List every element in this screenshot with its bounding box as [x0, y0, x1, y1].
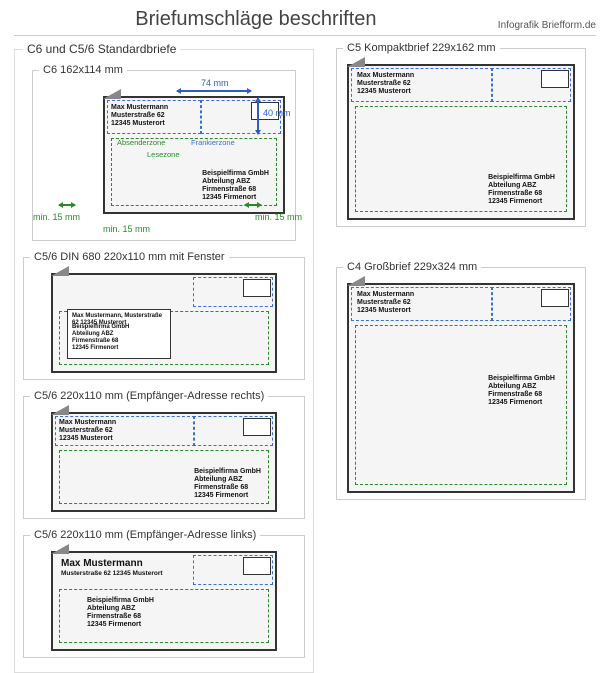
envelope-c56-right: Max Mustermann Musterstraße 62 12345 Mus… [51, 412, 277, 512]
dim-stamp-height-label: 40 mm [263, 108, 291, 118]
group-standard: C6 und C5/6 Standardbriefe C6 162x114 mm… [14, 42, 314, 673]
flap-icon [51, 266, 69, 276]
card-c5: C5 Kompaktbrief 229x162 mm Max Musterman… [336, 42, 586, 227]
title-bar: Briefumschläge beschriften Infografik Br… [14, 8, 596, 36]
card-c6-title: C6 162x114 mm [39, 64, 127, 76]
sender-address: Max Mustermann Musterstraße 62 12345 Mus… [357, 291, 414, 315]
card-c6: C6 162x114 mm 74 mm [32, 64, 296, 241]
card-c56-window-title: C5/6 DIN 680 220x110 mm mit Fenster [30, 251, 229, 263]
dim-margin-right-label: min. 15 mm [255, 212, 302, 222]
card-c4: C4 Großbrief 229x324 mm Max Mustermann M… [336, 261, 586, 500]
sender-address: Max Mustermann Musterstraße 62 12345 Mus… [357, 72, 414, 96]
recipient-address: Beispielfirma GmbH Abteilung ABZ Firmens… [202, 170, 269, 202]
sender-address-big: Max Mustermann Musterstraße 62 12345 Mus… [61, 558, 163, 577]
frankier-zone [193, 555, 273, 585]
dim-margin-right [245, 204, 261, 206]
dim-stamp-width-label: 74 mm [201, 78, 229, 88]
dim-margin-left [59, 204, 75, 206]
envelope-c56-window: Max Mustermann, Musterstraße 62 12345 Mu… [51, 273, 277, 373]
recipient-address: Beispielfirma GmbH Abteilung ABZ Firmens… [488, 174, 555, 206]
envelope-c56-left: Max Mustermann Musterstraße 62 12345 Mus… [51, 551, 277, 651]
flap-icon [347, 57, 365, 67]
recipient-address: Beispielfirma GmbH Abteilung ABZ Firmens… [87, 597, 154, 629]
envelope-c5: Max Mustermann Musterstraße 62 12345 Mus… [347, 64, 575, 220]
recipient-address: Beispielfirma GmbH Abteilung ABZ Firmens… [194, 468, 261, 500]
card-c56-left: C5/6 220x110 mm (Empfänger-Adresse links… [23, 529, 305, 658]
card-c56-left-title: C5/6 220x110 mm (Empfänger-Adresse links… [30, 529, 260, 541]
card-c4-title: C4 Großbrief 229x324 mm [343, 261, 481, 273]
dim-stamp-height [257, 98, 259, 134]
card-c56-right-title: C5/6 220x110 mm (Empfänger-Adresse recht… [30, 390, 268, 402]
card-c56-right: C5/6 220x110 mm (Empfänger-Adresse recht… [23, 390, 305, 519]
sender-address: Max Mustermann Musterstraße 62 12345 Mus… [59, 419, 116, 443]
card-c56-window: C5/6 DIN 680 220x110 mm mit Fenster Max … [23, 251, 305, 380]
recipient-address: Beispielfirma GmbH Abteilung ABZ Firmens… [488, 375, 555, 407]
dim-margin-bottom-label: min. 15 mm [103, 224, 150, 234]
flap-icon [51, 544, 69, 554]
envelope-c4: Max Mustermann Musterstraße 62 12345 Mus… [347, 283, 575, 493]
zone-label-lese: Lesezone [147, 150, 180, 159]
card-c5-title: C5 Kompaktbrief 229x162 mm [343, 42, 500, 54]
dim-stamp-width [177, 90, 251, 92]
frankier-zone [193, 416, 273, 446]
flap-icon [347, 276, 365, 286]
zone-label-frankier: Frankierzone [191, 138, 235, 147]
zone-label-absender: Absenderzone [117, 138, 165, 147]
sender-address: Max Mustermann Musterstraße 62 12345 Mus… [111, 104, 168, 128]
credit: Infografik Briefform.de [498, 20, 596, 31]
page-title: Briefumschläge beschriften [14, 8, 498, 31]
frankier-zone [193, 277, 273, 307]
group-standard-title: C6 und C5/6 Standardbriefe [23, 42, 180, 56]
frankier-zone [491, 68, 571, 102]
window-recipient: Beispielfirma GmbH Abteilung ABZ Firmens… [72, 324, 129, 352]
frankier-zone [491, 287, 571, 321]
flap-icon [103, 89, 121, 99]
window-outline: Max Mustermann, Musterstraße 62 12345 Mu… [67, 309, 171, 359]
dim-margin-left-label: min. 15 mm [33, 212, 80, 222]
flap-icon [51, 405, 69, 415]
